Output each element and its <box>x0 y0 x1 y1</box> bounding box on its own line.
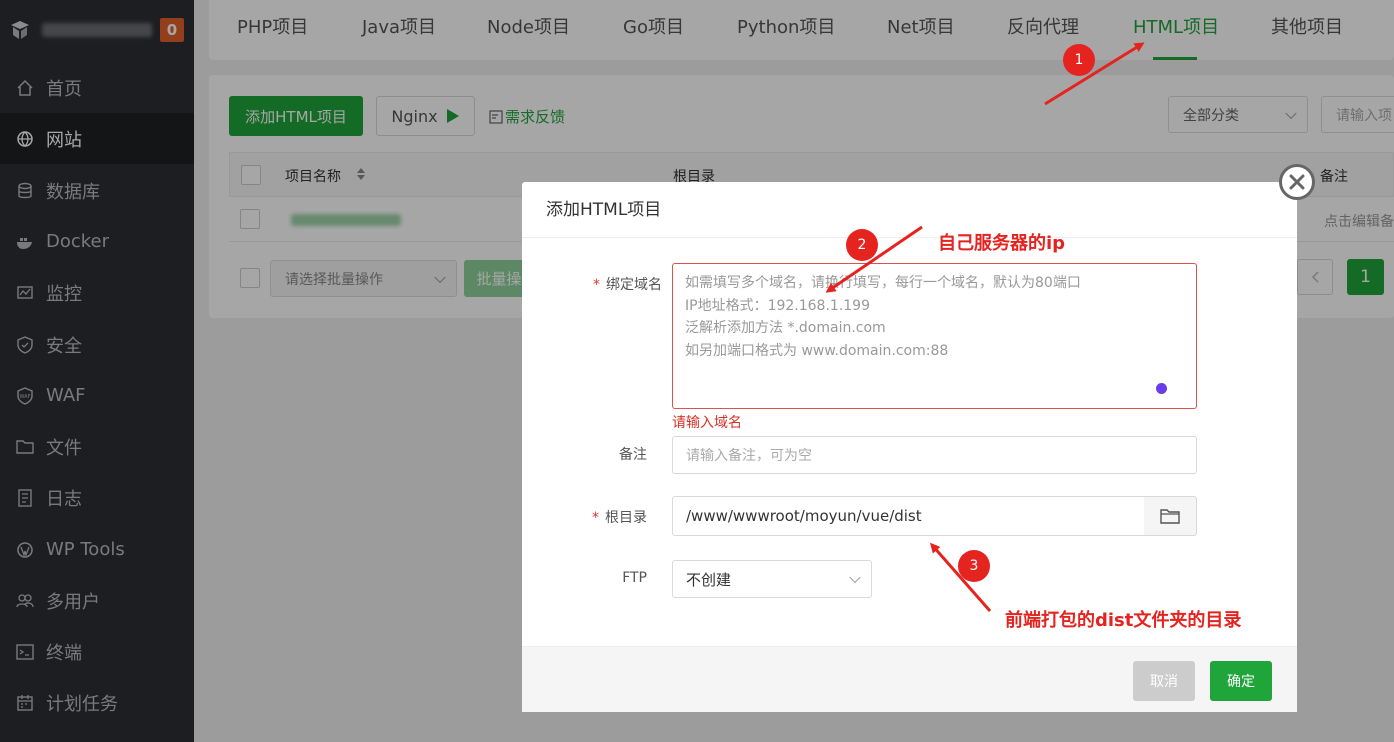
note-input-placeholder: 请输入备注，可为空 <box>686 448 812 464</box>
ftp-label: FTP <box>622 570 647 586</box>
close-icon <box>1289 174 1305 190</box>
annotation-text-3: 前端打包的dist文件夹的目录 <box>1005 610 1242 631</box>
domain-placeholder-line-1: 如需填写多个域名，请换行填写，每行一个域名，默认为80端口 <box>685 275 1081 291</box>
close-dialog-button[interactable] <box>1279 164 1315 200</box>
note-label: 备注 <box>619 447 647 463</box>
domain-textarea[interactable]: 如需填写多个域名，请换行填写，每行一个域名，默认为80端口 IP地址格式：192… <box>672 263 1197 409</box>
cancel-button[interactable]: 取消 <box>1133 661 1195 701</box>
domain-placeholder-line-4: 如另加端口格式为 www.domain.com:88 <box>685 342 949 359</box>
dialog-title: 添加HTML项目 <box>522 182 1297 238</box>
domain-placeholder-line-2: IP地址格式：192.168.1.199 <box>685 297 870 314</box>
annotation-text-2: 自己服务器的ip <box>938 233 1066 254</box>
domain-error-message: 请输入域名 <box>672 415 742 431</box>
domain-label: * 绑定域名 <box>593 277 662 293</box>
dialog-footer: 取消 确定 <box>522 646 1297 712</box>
domain-placeholder-line-3: 泛解析添加方法 *.domain.com <box>685 320 886 336</box>
resize-handle-icon[interactable] <box>1156 383 1167 394</box>
root-dir-label: * 根目录 <box>592 510 647 526</box>
domain-label-text: 绑定域名 <box>606 277 662 293</box>
step-marker-1: 1 <box>1063 44 1095 76</box>
root-dir-value: /www/wwwroot/moyun/vue/dist <box>686 507 922 525</box>
add-html-project-dialog: 添加HTML项目 * 绑定域名 如需填写多个域名，请换行填写，每行一个域名，默认为… <box>522 182 1297 712</box>
chevron-down-icon <box>849 571 861 584</box>
ftp-select[interactable]: 不创建 <box>672 560 872 598</box>
browse-folder-button[interactable] <box>1144 496 1197 536</box>
root-dir-input[interactable]: /www/wwwroot/moyun/vue/dist <box>672 496 1145 536</box>
folder-icon <box>1160 509 1180 524</box>
confirm-button[interactable]: 确定 <box>1210 661 1272 701</box>
ftp-select-value: 不创建 <box>686 570 732 589</box>
step-marker-2: 2 <box>846 229 878 261</box>
root-dir-label-text: 根目录 <box>605 510 647 526</box>
note-input[interactable]: 请输入备注，可为空 <box>672 436 1197 474</box>
step-marker-3: 3 <box>958 550 990 582</box>
